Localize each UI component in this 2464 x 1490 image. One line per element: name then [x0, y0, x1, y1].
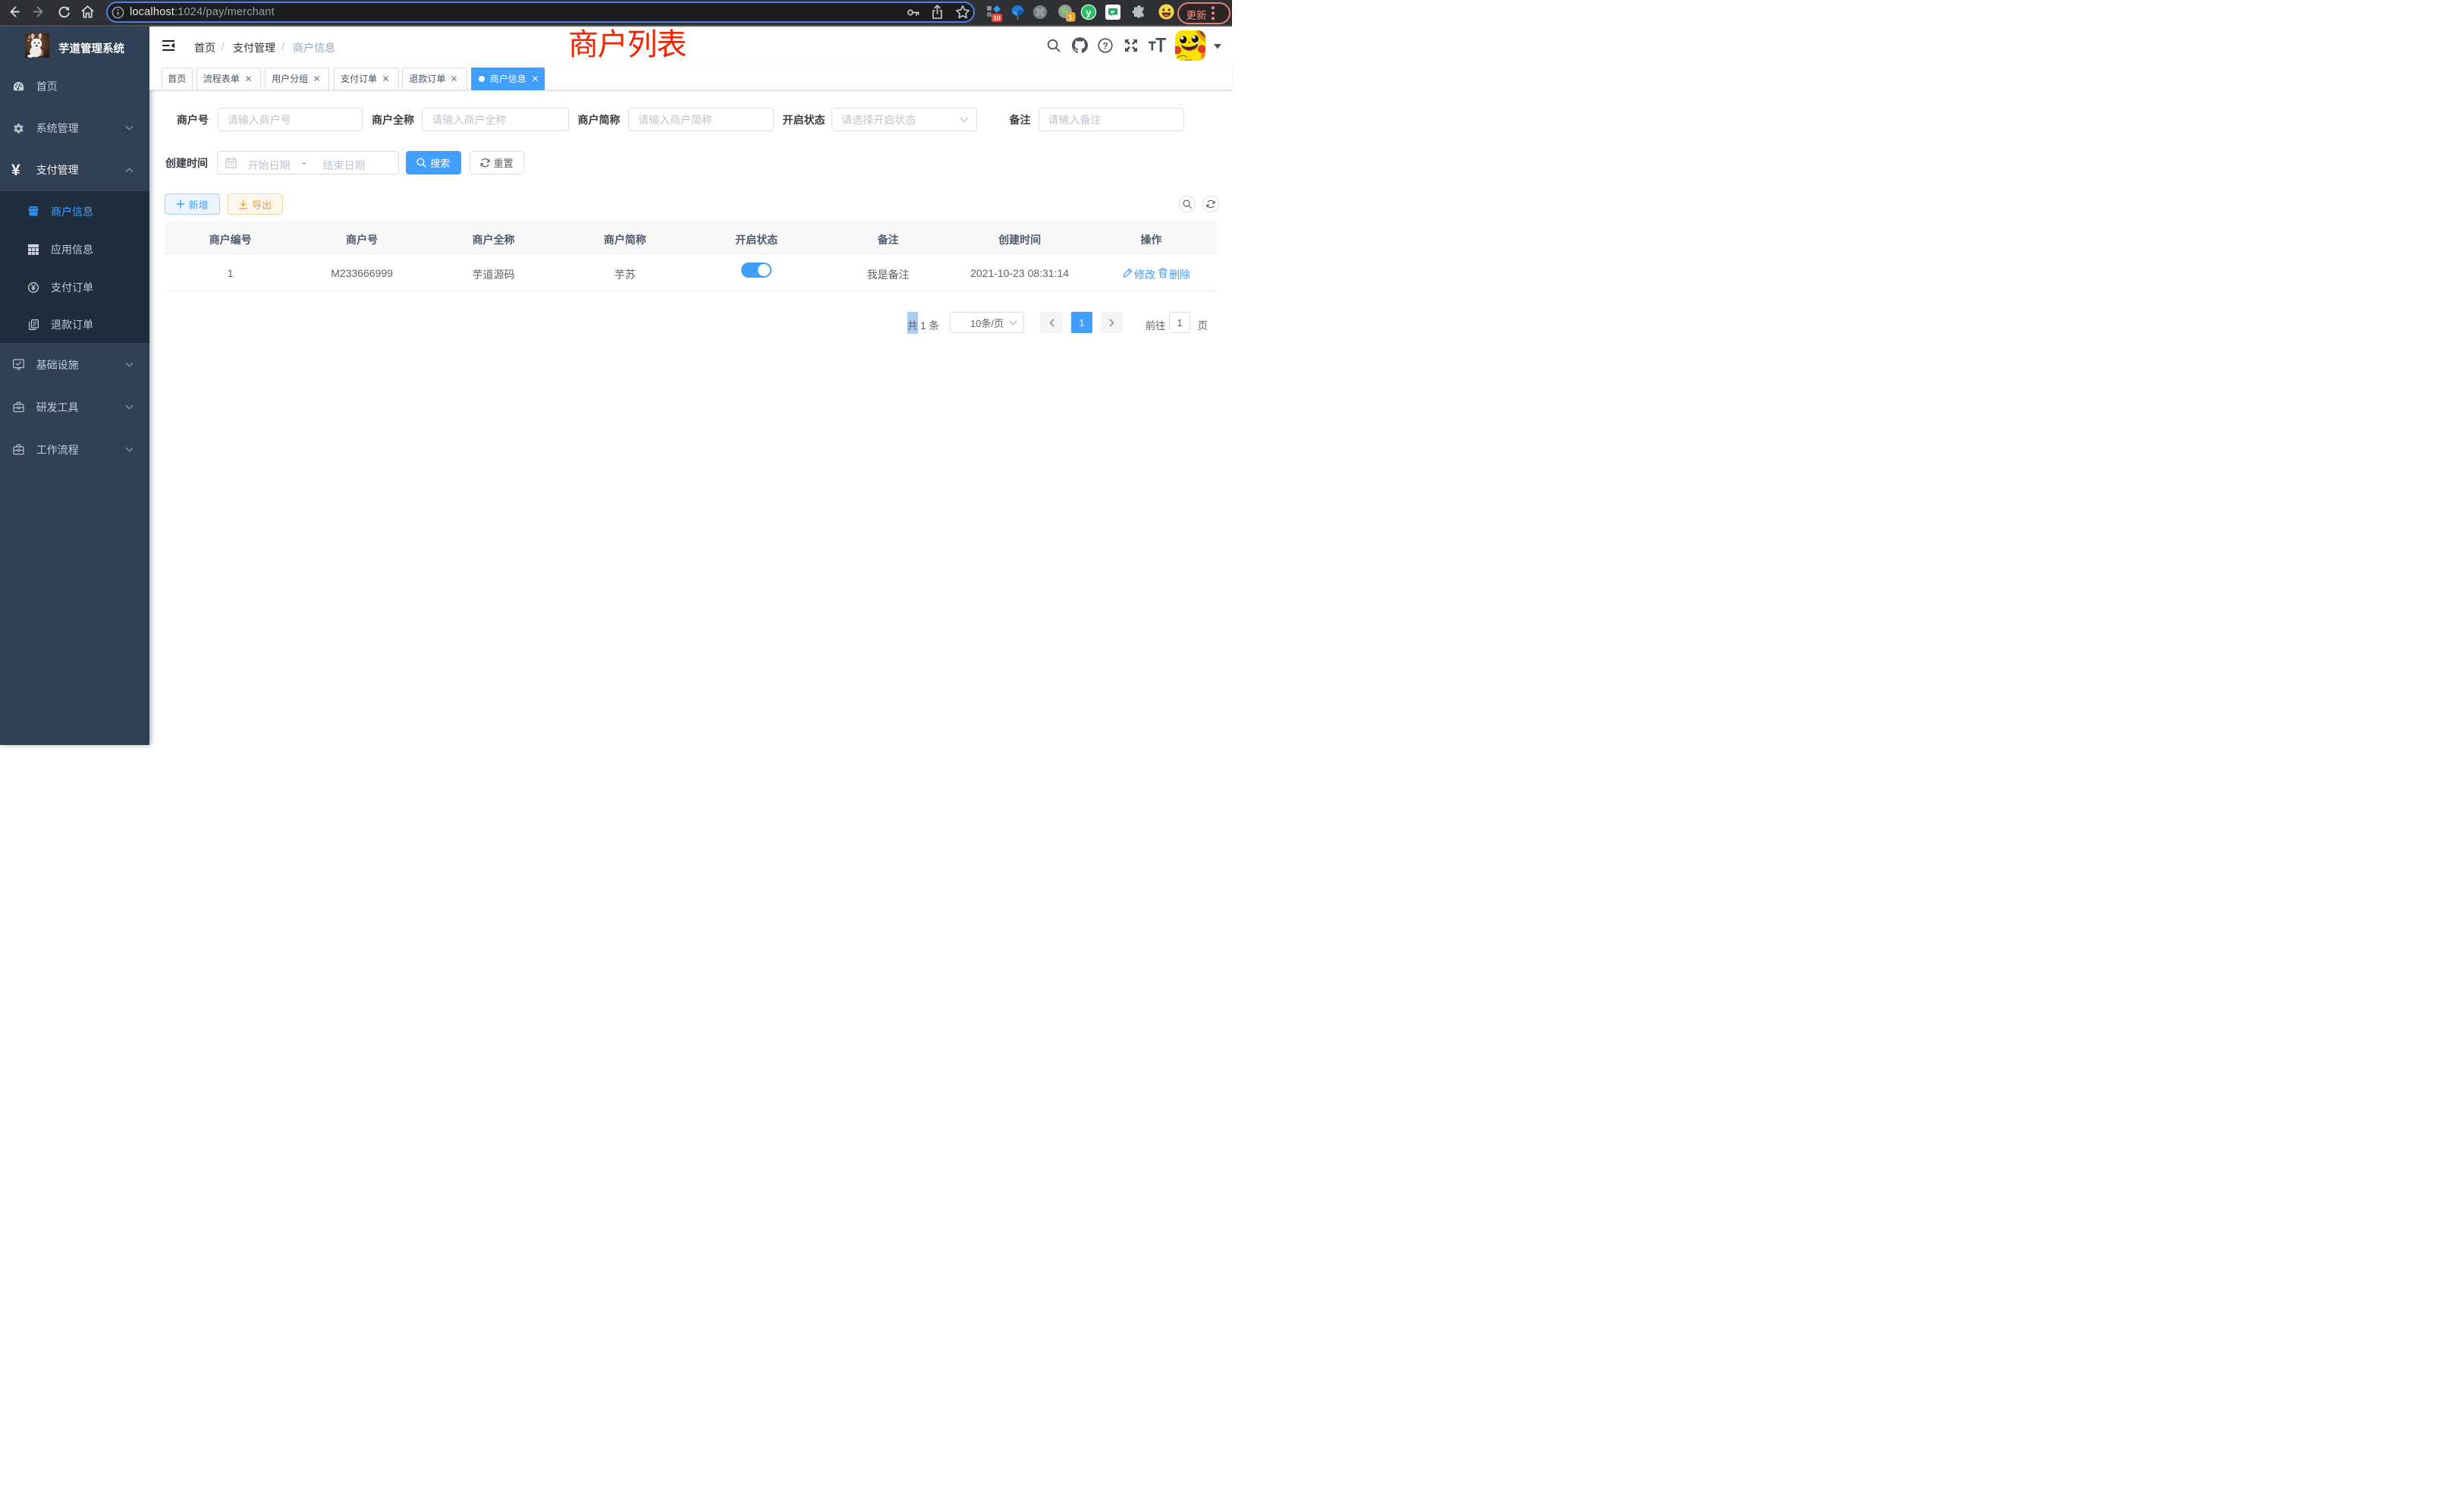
svg-text:y: y [1086, 7, 1092, 18]
svg-text:10: 10 [993, 14, 1001, 22]
svg-text:⌘: ⌘ [1036, 8, 1045, 17]
svg-text:1: 1 [1069, 14, 1073, 22]
svg-text:?: ? [1102, 40, 1108, 51]
